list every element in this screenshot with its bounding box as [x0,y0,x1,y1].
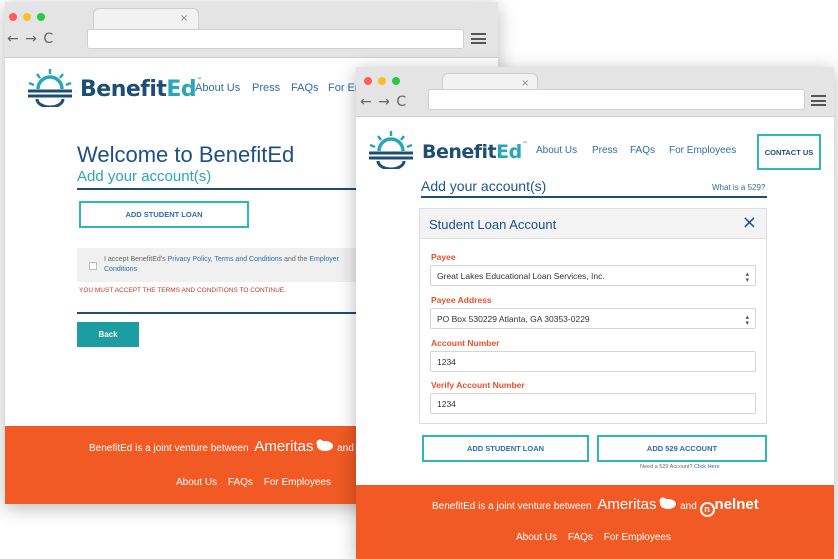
bison-icon [659,497,677,509]
account-number-value: 1234 [437,356,456,367]
payee-address-select[interactable]: PO Box 530229 Atlanta, GA 30353-0229 ▴ ▾ [430,308,756,329]
add-529-account-button[interactable]: ADD 529 ACCOUNT [597,435,767,462]
menu-icon[interactable] [471,33,486,44]
brand-name-accent: Ed [166,77,197,102]
terms-checkbox[interactable] [89,262,97,270]
address-bar[interactable] [428,89,805,110]
page-title: Welcome to BenefitEd [77,142,295,167]
address-bar[interactable] [87,29,464,49]
terms-text: I accept BenefitEd's Privacy Policy, Ter… [104,255,339,275]
ameritas-logo: Ameritas [254,438,314,455]
tab-close-icon[interactable]: × [180,13,188,24]
need-529-text: Need a 529 Account? [640,464,693,470]
select-caret-icon: ▴ ▾ [745,270,749,284]
maximize-dot-icon[interactable] [37,13,45,21]
terms-and-conditions-link[interactable]: Terms and Conditions [214,256,282,263]
nav-arrows-icon[interactable]: ← → C [7,31,54,47]
benefited-logo-icon [369,131,413,169]
footer-joint-text: BenefitEd is a joint venture between [432,501,592,512]
payee-select[interactable]: Great Lakes Educational Loan Services, I… [430,265,756,286]
front-browser-window: × ← → C BenefitEd™ About Us Press FAQs F… [356,67,834,559]
page-subtitle: Add your account(s) [77,168,212,185]
nav-press[interactable]: Press [592,145,618,156]
brand-name[interactable]: BenefitEd™ [80,77,202,102]
close-icon[interactable]: × [742,212,757,233]
employer-conditions-link[interactable]: Conditions [104,266,137,273]
footer-joint-venture: BenefitEd is a joint venture between Ame… [432,496,759,517]
footer-nav: About Us FAQs For Employees [176,477,331,488]
menu-icon[interactable] [811,95,826,106]
footer-for-employees[interactable]: For Employees [604,532,671,543]
account-number-label: Account Number [431,338,500,348]
nav-faqs[interactable]: FAQs [291,82,319,94]
click-here-link[interactable]: Click Here [694,464,719,470]
page-subtitle: Add your account(s) [421,178,547,194]
browser-tab[interactable]: × [93,8,199,30]
footer-joint-text: BenefitEd is a joint venture between [89,443,249,454]
footer-joint-venture: BenefitEd is a joint venture between Ame… [89,438,366,455]
nav-about-us[interactable]: About Us [536,145,577,156]
nav-press[interactable]: Press [252,82,280,94]
minimize-dot-icon[interactable] [378,77,386,85]
ameritas-logo: Ameritas [597,496,657,513]
nelnet-logo: nelnet [714,496,759,513]
nav-arrows-icon[interactable]: ← → C [360,94,407,110]
footer-faqs[interactable]: FAQs [568,532,593,543]
minimize-dot-icon[interactable] [23,13,31,21]
footer-faqs[interactable]: FAQs [228,477,253,488]
payee-address-value: PO Box 530229 Atlanta, GA 30353-0229 [437,313,590,324]
terms-prefix: I accept BenefitEd's [104,256,168,263]
contact-us-button[interactable]: CONTACT US [757,134,821,170]
nelnet-logo-icon: n [699,502,715,517]
account-number-field[interactable]: 1234 [430,351,756,372]
terms-error-message: YOU MUST ACCEPT THE TERMS AND CONDITIONS… [79,287,286,294]
verify-account-number-field[interactable]: 1234 [430,393,756,414]
footer-for-employees[interactable]: For Employees [264,477,331,488]
modal-header: Student Loan Account × [420,209,766,239]
close-dot-icon[interactable] [9,13,17,21]
nav-faqs[interactable]: FAQs [630,145,655,156]
benefited-logo-icon [28,69,72,107]
brand-name[interactable]: BenefitEd™ [422,141,528,163]
select-caret-icon: ▴ ▾ [745,313,749,327]
brand-name-accent: Ed [496,141,522,163]
footer-and-text: and [680,501,697,512]
nav-for-employees[interactable]: For Employees [669,145,736,156]
browser-chrome: × ← → C [356,67,834,117]
brand-name-main: Benefit [80,77,167,102]
browser-chrome: × ← → C [5,2,498,58]
payee-value: Great Lakes Educational Loan Services, I… [437,270,605,281]
add-student-loan-button[interactable]: ADD STUDENT LOAN [422,435,589,462]
terms-and-text: and the [282,256,310,263]
add-student-loan-button[interactable]: ADD STUDENT LOAN [79,201,249,228]
footer-about-us[interactable]: About Us [516,532,557,543]
footer-about-us[interactable]: About Us [176,477,217,488]
employer-link[interactable]: Employer [309,256,339,263]
nav-about-us[interactable]: About Us [195,82,240,94]
bison-icon [316,439,334,451]
close-dot-icon[interactable] [364,77,372,85]
section-divider [421,196,767,198]
verify-account-number-value: 1234 [437,398,456,409]
what-is-529-link[interactable]: What is a 529? [712,183,765,192]
brand-name-main: Benefit [422,141,497,163]
need-529-hint: Need a 529 Account? Click Here [640,464,720,470]
site-footer: BenefitEd is a joint venture between Ame… [356,485,834,559]
verify-account-number-label: Verify Account Number [431,380,525,390]
trademark-mark: ™ [521,141,528,148]
back-button[interactable]: Back [77,322,139,347]
privacy-policy-link[interactable]: Privacy Policy [168,256,211,263]
footer-nav: About Us FAQs For Employees [516,532,671,543]
payee-address-label: Payee Address [431,295,492,305]
modal-title: Student Loan Account [429,217,557,232]
student-loan-modal: Student Loan Account × Payee Great Lakes… [419,208,767,424]
payee-label: Payee [431,252,456,262]
maximize-dot-icon[interactable] [392,77,400,85]
tab-close-icon[interactable]: × [521,78,529,89]
footer-and-text: and [337,443,354,454]
